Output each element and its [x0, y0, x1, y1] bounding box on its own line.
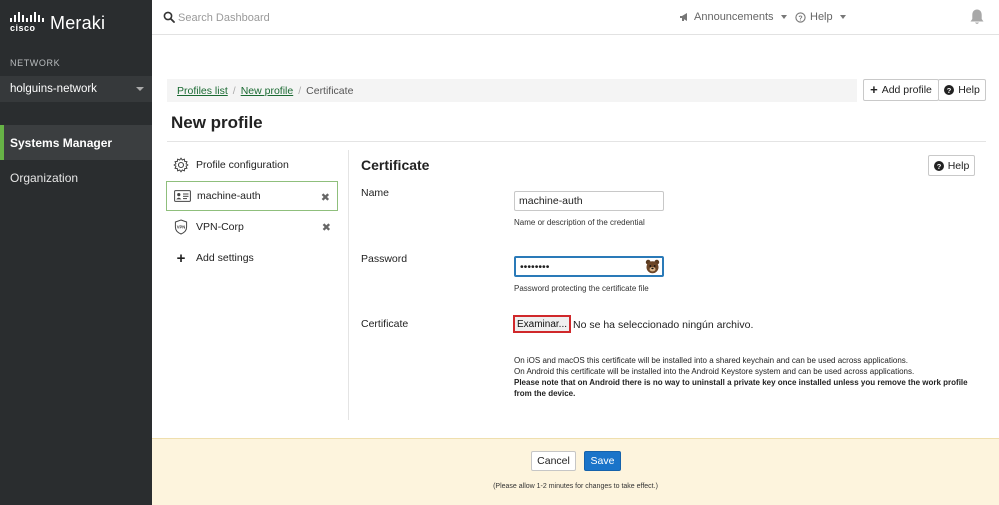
- save-note: (Please allow 1-2 minutes for changes to…: [493, 483, 658, 490]
- save-bar: Cancel Save (Please allow 1-2 minutes fo…: [152, 438, 999, 505]
- add-profile-label: Add profile: [881, 84, 932, 96]
- sidebar: cisco Meraki NETWORK holguins-network Sy…: [0, 0, 152, 505]
- certificate-label: Certificate: [361, 318, 409, 330]
- sidebar-item-label: Organization: [10, 170, 79, 185]
- announcements-icon: [680, 13, 687, 21]
- id-card-icon: [173, 188, 191, 204]
- note-warning: Please note that on Android there is no …: [514, 378, 968, 398]
- nav-item-vpn-corp[interactable]: VPN VPN-Corp ✖: [166, 212, 338, 242]
- cisco-wordmark: cisco: [10, 23, 36, 33]
- sidebar-item-label: Systems Manager: [10, 135, 113, 150]
- cancel-button[interactable]: Cancel: [531, 451, 576, 471]
- section-help-button[interactable]: ? Help: [928, 155, 975, 176]
- breadcrumb-separator: /: [232, 84, 236, 97]
- divider: [348, 150, 349, 420]
- side-nav: Systems Manager Organization: [0, 125, 152, 195]
- breadcrumb-new-profile-link[interactable]: New profile: [241, 85, 294, 97]
- chevron-down-icon: [839, 15, 846, 19]
- chevron-down-icon: [136, 87, 144, 91]
- bear-icon[interactable]: [645, 259, 660, 274]
- help-label: Help: [958, 84, 980, 96]
- network-label: NETWORK: [10, 58, 61, 68]
- meraki-wordmark: Meraki: [50, 12, 106, 33]
- plus-icon: +: [176, 249, 186, 267]
- search-icon: [163, 11, 175, 23]
- help-button[interactable]: ? Help: [938, 79, 986, 101]
- announcements-label: Announcements: [694, 11, 774, 23]
- save-button[interactable]: Save: [584, 451, 621, 471]
- svg-text:?: ?: [798, 15, 802, 22]
- browse-file-button[interactable]: Examinar...: [513, 315, 571, 333]
- help-circle-icon: ?: [795, 11, 806, 23]
- remove-icon[interactable]: ✖: [322, 221, 331, 234]
- breadcrumb-profiles-list-link[interactable]: Profiles list: [177, 85, 228, 97]
- network-name: holguins-network: [10, 83, 97, 95]
- nav-item-machine-auth[interactable]: machine-auth ✖: [166, 181, 338, 211]
- search-input[interactable]: [178, 9, 478, 27]
- certificate-notes: On iOS and macOS this certificate will b…: [514, 355, 982, 399]
- vpn-shield-icon: VPN: [172, 219, 190, 235]
- sidebar-item-systems-manager[interactable]: Systems Manager: [0, 125, 152, 160]
- add-profile-button[interactable]: + Add profile: [863, 79, 939, 101]
- remove-icon[interactable]: ✖: [321, 191, 330, 204]
- svg-text:VPN: VPN: [177, 225, 186, 230]
- nav-item-label: machine-auth: [197, 190, 261, 202]
- page-title: New profile: [171, 113, 263, 132]
- chevron-down-icon: [780, 15, 787, 19]
- svg-text:?: ?: [947, 86, 952, 95]
- divider: [167, 141, 986, 142]
- help-menu[interactable]: ? Help: [795, 11, 846, 23]
- profile-payload-nav: Profile configuration machine-auth ✖ VPN…: [166, 150, 338, 274]
- breadcrumb-current: Certificate: [306, 84, 354, 97]
- help-circle-icon: ?: [933, 160, 944, 171]
- add-settings-button[interactable]: + Add settings: [166, 243, 338, 273]
- svg-text:?: ?: [936, 162, 941, 171]
- sidebar-item-organization[interactable]: Organization: [0, 160, 152, 195]
- name-label: Name: [361, 187, 390, 199]
- nav-item-label: Profile configuration: [196, 159, 289, 171]
- help-label: Help: [947, 159, 970, 172]
- note-android: On Android this certificate will be inst…: [514, 367, 915, 376]
- top-header: Announcements ? Help: [152, 0, 999, 35]
- cisco-logo-icon: cisco: [10, 12, 44, 34]
- section-title: Certificate: [361, 157, 430, 173]
- nav-item-profile-configuration[interactable]: Profile configuration: [166, 150, 338, 180]
- help-circle-icon: ?: [944, 85, 955, 95]
- name-hint: Name or description of the credential: [514, 218, 645, 227]
- gear-icon: [172, 157, 190, 173]
- file-status: No se ha seleccionado ningún archivo.: [573, 319, 754, 331]
- plus-icon: +: [870, 82, 878, 97]
- password-label: Password: [361, 253, 408, 265]
- announcements-menu[interactable]: Announcements: [679, 11, 787, 23]
- help-label: Help: [810, 11, 833, 23]
- password-hint: Password protecting the certificate file: [514, 284, 649, 293]
- bell-icon[interactable]: [969, 8, 985, 26]
- breadcrumb: Profiles list / New profile / Certificat…: [167, 79, 857, 102]
- network-selector[interactable]: holguins-network: [0, 76, 152, 102]
- nav-item-label: VPN-Corp: [196, 221, 244, 233]
- password-input[interactable]: [514, 256, 664, 277]
- breadcrumb-separator: /: [298, 84, 302, 97]
- name-input[interactable]: [514, 191, 664, 211]
- meraki-logo[interactable]: cisco Meraki: [10, 12, 105, 34]
- note-ios: On iOS and macOS this certificate will b…: [514, 356, 908, 365]
- add-settings-label: Add settings: [196, 252, 254, 264]
